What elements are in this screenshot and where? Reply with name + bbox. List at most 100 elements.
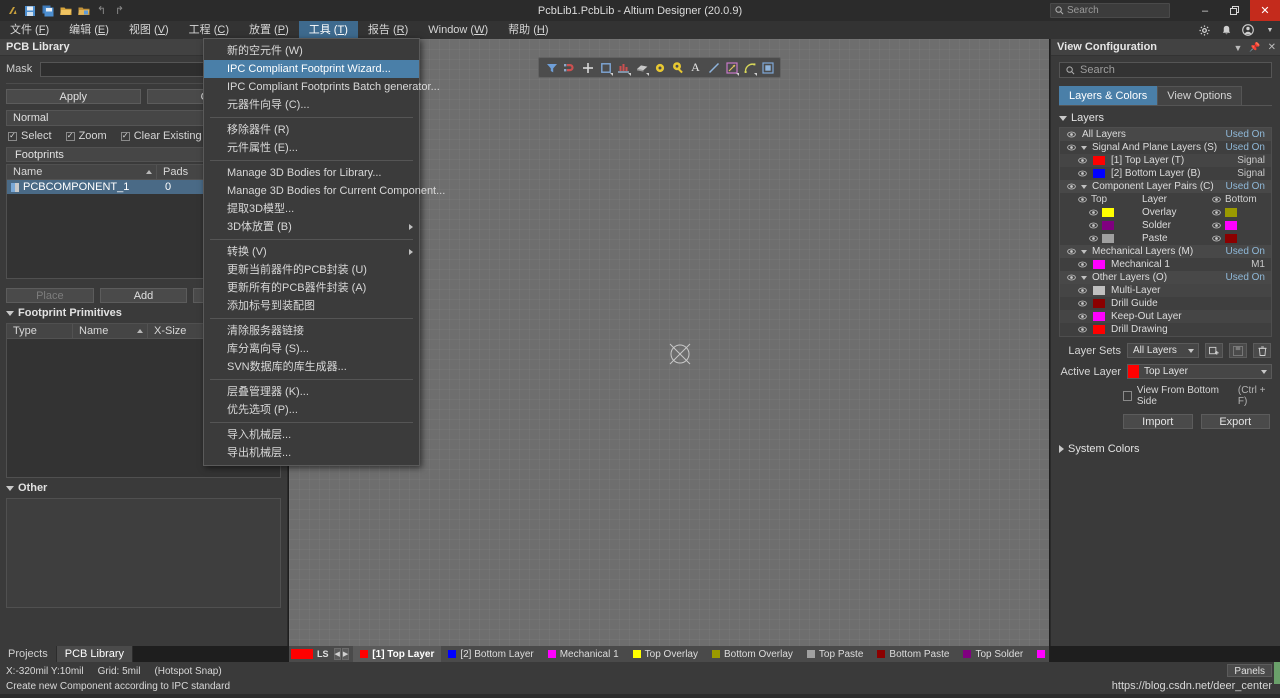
vertical-scrollbar-thumb[interactable] (1274, 662, 1280, 684)
layer-color-swatch[interactable] (1093, 299, 1105, 308)
layer-tab-bottom-layer[interactable]: [2] Bottom Layer (441, 646, 540, 662)
select-checkbox[interactable]: ✓Select (8, 130, 52, 142)
zoom-checkbox[interactable]: ✓Zoom (66, 130, 107, 142)
close-icon[interactable]: ✕ (1268, 42, 1276, 53)
eye-icon[interactable] (1211, 208, 1221, 218)
eye-icon[interactable] (1066, 130, 1076, 140)
bottom-color-swatch[interactable] (1225, 221, 1237, 230)
eye-icon[interactable] (1066, 182, 1076, 192)
export-button[interactable]: Export (1201, 414, 1271, 429)
menu-item-export-mechanical-layers[interactable]: 导出机械层... (204, 444, 419, 462)
eye-icon[interactable] (1088, 234, 1098, 244)
place-3d-body-icon[interactable] (633, 59, 650, 76)
view-from-bottom-side-checkbox[interactable]: View From Bottom Side (Ctrl + F) (1051, 379, 1280, 407)
layer-row-all-layers[interactable]: All Layers Used On (1060, 128, 1271, 141)
layers-section-header[interactable]: Layers (1051, 106, 1280, 127)
panels-button[interactable]: Panels (1227, 664, 1272, 677)
eye-icon[interactable] (1077, 286, 1087, 296)
place-pad-icon[interactable] (579, 59, 596, 76)
layer-row-keep-out-layer[interactable]: Keep-Out Layer (1060, 310, 1271, 323)
place-polygon-icon[interactable] (759, 59, 776, 76)
menu-edit[interactable]: 编辑 (E) (59, 21, 119, 39)
chevron-down-icon[interactable]: ▼ (1233, 43, 1242, 53)
add-button[interactable]: Add (100, 288, 188, 303)
layer-row-drill-drawing[interactable]: Drill Drawing (1060, 323, 1271, 336)
duplicate-layerset-icon[interactable] (1205, 343, 1223, 358)
open-icon[interactable] (58, 3, 73, 18)
menu-item-manage-3d-bodies-for-current-component[interactable]: Manage 3D Bodies for Current Component..… (204, 182, 419, 200)
layer-pair-overlay[interactable]: Overlay (1060, 206, 1271, 219)
place-pad-yellow-icon[interactable] (669, 59, 686, 76)
save-layerset-icon[interactable] (1229, 343, 1247, 358)
menu-item-manage-3d-bodies-for-library[interactable]: Manage 3D Bodies for Library... (204, 164, 419, 182)
tab-projects[interactable]: Projects (0, 646, 57, 662)
tab-layers-and-colors[interactable]: Layers & Colors (1059, 86, 1157, 105)
menu-item-new-blank-component[interactable]: 新的空元件 (W) (204, 42, 419, 60)
menu-item-add-designators-to-assembly-drawing[interactable]: 添加标号到装配图 (204, 297, 419, 315)
chevron-down-icon[interactable] (1081, 146, 1087, 150)
layer-next-button[interactable]: ▶ (342, 648, 349, 660)
layer-tab-bottom-solder[interactable]: Bottom Solder (1030, 646, 1049, 662)
open-project-icon[interactable] (76, 3, 91, 18)
menu-item-extract-3d-model[interactable]: 提取3D模型... (204, 200, 419, 218)
place-line-icon[interactable] (705, 59, 722, 76)
menu-view[interactable]: 视图 (V) (119, 21, 179, 39)
eye-icon[interactable] (1088, 208, 1098, 218)
eye-icon[interactable] (1077, 195, 1087, 205)
chevron-down-icon[interactable] (1081, 185, 1087, 189)
layer-sets-indicator[interactable]: LS (289, 649, 333, 659)
menu-item-convert[interactable]: 转换 (V) (204, 243, 419, 261)
system-colors-section[interactable]: System Colors (1051, 429, 1280, 458)
layer-color-swatch[interactable] (1093, 156, 1105, 165)
eye-icon[interactable] (1077, 325, 1087, 335)
layer-tab-mechanical-1[interactable]: Mechanical 1 (541, 646, 626, 662)
menu-item-library-splitter-wizard[interactable]: 库分离向导 (S)... (204, 340, 419, 358)
place-string-icon[interactable]: A (687, 59, 704, 76)
menu-item-component-properties[interactable]: 元件属性 (E)... (204, 139, 419, 157)
eye-icon[interactable] (1066, 247, 1076, 257)
menu-help[interactable]: 帮助 (H) (498, 21, 558, 39)
tab-pcb-library[interactable]: PCB Library (57, 646, 133, 662)
menu-reports[interactable]: 报告 (R) (358, 21, 418, 39)
eye-icon[interactable] (1066, 143, 1076, 153)
top-color-swatch[interactable] (1102, 234, 1114, 243)
place-component-icon[interactable] (615, 59, 632, 76)
clear-existing-checkbox[interactable]: ✓Clear Existing (121, 130, 202, 142)
save-all-icon[interactable] (40, 3, 55, 18)
layer-row-mechanical-1[interactable]: Mechanical 1 M1 (1060, 258, 1271, 271)
layer-color-swatch[interactable] (1093, 312, 1105, 321)
layer-tab-top-overlay[interactable]: Top Overlay (626, 646, 705, 662)
column-header-name[interactable]: Name (7, 165, 157, 179)
other-section[interactable]: Other (0, 478, 287, 496)
menu-tools[interactable]: 工具 (T) (299, 21, 358, 39)
eye-icon[interactable] (1066, 273, 1076, 283)
snap-magnet-icon[interactable] (561, 59, 578, 76)
menu-item-remove-component[interactable]: 移除器件 (R) (204, 121, 419, 139)
eye-icon[interactable] (1211, 195, 1221, 205)
top-color-swatch[interactable] (1102, 208, 1114, 217)
menu-item-update-pcb-with-current-footprint[interactable]: 更新当前器件的PCB封装 (U) (204, 261, 419, 279)
place-button[interactable]: Place (6, 288, 94, 303)
redo-icon[interactable]: ↱ (112, 3, 127, 18)
place-arc-icon[interactable] (741, 59, 758, 76)
layer-color-swatch[interactable] (1093, 286, 1105, 295)
layer-color-swatch[interactable] (1093, 169, 1105, 178)
undo-icon[interactable]: ↰ (94, 3, 109, 18)
gear-icon[interactable] (1198, 24, 1210, 36)
eye-icon[interactable] (1077, 156, 1087, 166)
chevron-down-icon[interactable] (1081, 250, 1087, 254)
layer-row-signal-and-plane-layers[interactable]: Signal And Plane Layers (S) Used On (1060, 141, 1271, 154)
layer-color-swatch[interactable] (1093, 325, 1105, 334)
pin-icon[interactable]: 📌 (1249, 42, 1260, 53)
layer-color-swatch[interactable] (1093, 260, 1105, 269)
column-header-type[interactable]: Type (7, 324, 73, 338)
layer-pair-solder[interactable]: Solder (1060, 219, 1271, 232)
chevron-down-icon[interactable] (1081, 276, 1087, 280)
layer-tab-top-paste[interactable]: Top Paste (800, 646, 870, 662)
delete-layerset-icon[interactable] (1253, 343, 1271, 358)
layer-tab-top-layer[interactable]: [1] Top Layer (353, 646, 441, 662)
layer-row-multi-layer[interactable]: Multi-Layer (1060, 284, 1271, 297)
close-button[interactable]: ✕ (1250, 0, 1280, 21)
minimize-button[interactable]: – (1190, 0, 1220, 21)
eye-icon[interactable] (1077, 169, 1087, 179)
